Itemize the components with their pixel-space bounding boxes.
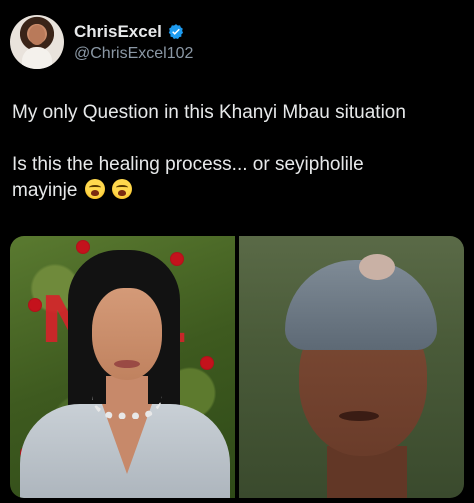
mouth (339, 411, 379, 421)
tweet-line-3: mayinje (12, 180, 78, 201)
author-names: ChrisExcel @ChrisExcel102 (74, 22, 193, 63)
avatar-body (22, 47, 52, 69)
tweet-text: My only Question in this Khanyi Mbau sit… (12, 100, 462, 204)
display-name-row: ChrisExcel (74, 22, 193, 42)
rose-decoration (76, 240, 90, 254)
handle[interactable]: @ChrisExcel102 (74, 45, 193, 63)
scarf-knot (359, 254, 395, 280)
tweet-line-3-wrap: mayinje (12, 178, 462, 204)
tweet-header: ChrisExcel @ChrisExcel102 (10, 14, 193, 70)
lips (114, 360, 140, 368)
weary-face-emoji-icon (84, 179, 105, 199)
rose-decoration (170, 252, 184, 266)
photo-right[interactable] (239, 236, 464, 498)
avatar-face (29, 25, 45, 45)
tweet-media[interactable]: NFL (10, 236, 464, 498)
avatar[interactable] (10, 15, 64, 69)
tweet-line-1: My only Question in this Khanyi Mbau sit… (12, 102, 406, 123)
photo-left[interactable]: NFL (10, 236, 235, 498)
weary-face-emoji-icon (112, 179, 133, 199)
rose-decoration (200, 356, 214, 370)
display-name[interactable]: ChrisExcel (74, 22, 162, 42)
tweet-line-2: Is this the healing process... or seyiph… (12, 154, 364, 175)
verified-badge-icon (168, 23, 183, 39)
tweet[interactable]: ChrisExcel @ChrisExcel102 My only Questi… (0, 0, 474, 503)
